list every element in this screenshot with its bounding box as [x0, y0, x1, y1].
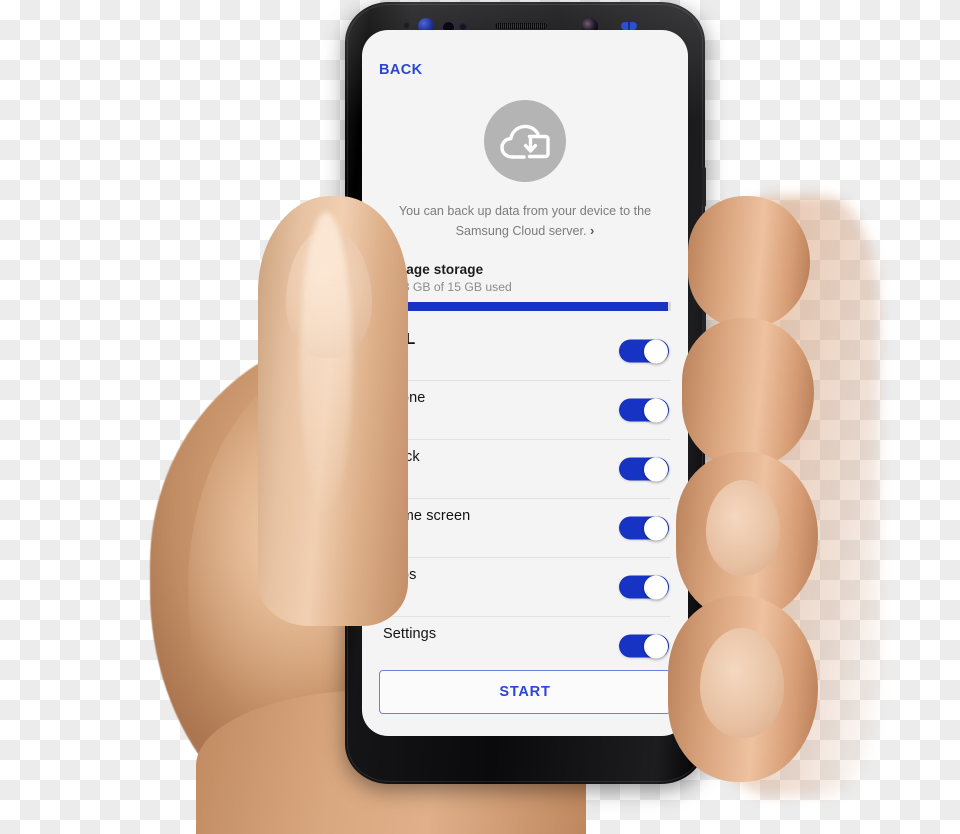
- back-button[interactable]: BACK: [379, 62, 423, 78]
- backup-item-label: ALL: [383, 331, 416, 348]
- manage-storage-title: Manage storage: [379, 262, 484, 277]
- toggle-knob: [644, 339, 668, 363]
- earpiece-speaker-icon: [495, 23, 547, 29]
- phone-screen: BACK You can back up data from your devi…: [362, 30, 688, 736]
- storage-progress-track: [379, 302, 671, 311]
- backup-items-list: ALL Phone Clock Home screen Apps Settings: [379, 322, 671, 675]
- backup-item-label: Phone: [383, 390, 426, 406]
- toggle-knob: [644, 634, 668, 658]
- backup-item-row[interactable]: Apps: [379, 558, 671, 617]
- backup-description-text: You can back up data from your device to…: [398, 204, 652, 238]
- backup-item-label: Apps: [383, 567, 417, 583]
- index-finger: [688, 196, 810, 328]
- storage-progress-fill: [379, 302, 668, 311]
- proximity-sensor-icon: [403, 22, 410, 29]
- backup-item-row[interactable]: Settings: [379, 617, 671, 675]
- backup-item-label: Clock: [383, 449, 420, 465]
- toggle-knob: [644, 457, 668, 481]
- backup-item-toggle[interactable]: [619, 516, 669, 540]
- bixby-button[interactable]: [702, 167, 706, 207]
- volume-up-button[interactable]: [702, 290, 706, 342]
- backup-item-row[interactable]: Phone: [379, 381, 671, 440]
- scene: BACK You can back up data from your devi…: [0, 0, 960, 834]
- backup-item-toggle[interactable]: [619, 457, 669, 481]
- start-button-label: START: [499, 684, 551, 700]
- toggle-knob: [644, 516, 668, 540]
- chevron-right-icon[interactable]: ›: [590, 223, 594, 238]
- backup-item-label: Settings: [383, 626, 437, 642]
- toggle-knob: [644, 575, 668, 599]
- backup-item-toggle[interactable]: [619, 398, 669, 422]
- backup-item-toggle[interactable]: [619, 575, 669, 599]
- backup-item-toggle[interactable]: [619, 339, 669, 363]
- little-finger-tip: [700, 628, 784, 738]
- ring-finger-tip: [706, 480, 780, 576]
- backup-item-label: Home screen: [383, 508, 471, 524]
- start-button[interactable]: START: [379, 670, 671, 714]
- cloud-backup-icon: [484, 100, 566, 182]
- backup-description: You can back up data from your device to…: [379, 202, 671, 241]
- backup-item-row[interactable]: ALL: [379, 322, 671, 381]
- screen-content: BACK You can back up data from your devi…: [362, 30, 688, 736]
- manage-storage-section[interactable]: Manage storage 14.83 GB of 15 GB used: [379, 262, 671, 311]
- hand-knuckles: [700, 196, 880, 796]
- status-led-icon: [621, 22, 637, 30]
- storage-usage-text: 14.83 GB of 15 GB used: [379, 280, 512, 294]
- volume-down-button[interactable]: [702, 354, 706, 406]
- backup-item-row[interactable]: Clock: [379, 440, 671, 499]
- toggle-knob: [644, 398, 668, 422]
- backup-item-row[interactable]: Home screen: [379, 499, 671, 558]
- backup-item-toggle[interactable]: [619, 634, 669, 658]
- smartphone-device: BACK You can back up data from your devi…: [345, 2, 706, 784]
